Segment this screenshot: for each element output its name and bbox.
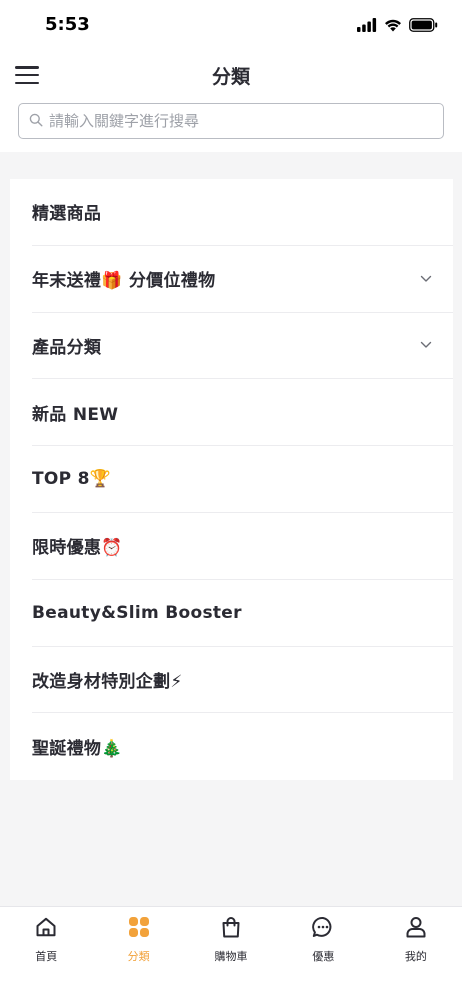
user-icon bbox=[403, 914, 429, 940]
search-input[interactable] bbox=[43, 104, 443, 138]
category-item-body-project[interactable]: 改造身材特別企劃⚡ bbox=[32, 647, 453, 714]
status-time: 5:53 bbox=[45, 14, 90, 35]
category-item-year-end-gifts[interactable]: 年末送禮🎁 分價位禮物 bbox=[32, 246, 453, 313]
category-item-new[interactable]: 新品 NEW bbox=[32, 379, 453, 447]
category-item-limited-offer[interactable]: 限時優惠⏰ bbox=[32, 513, 453, 580]
tab-label: 購物車 bbox=[214, 950, 248, 963]
grid-icon bbox=[126, 914, 152, 940]
category-label: 限時優惠⏰ bbox=[32, 538, 123, 559]
search-bar[interactable] bbox=[18, 103, 444, 139]
home-icon bbox=[33, 914, 59, 940]
tab-label: 我的 bbox=[404, 950, 427, 963]
tab-cart[interactable]: 購物車 bbox=[185, 907, 277, 1000]
battery-icon bbox=[409, 17, 438, 36]
category-label: Beauty&Slim Booster bbox=[32, 602, 242, 623]
tab-label: 分類 bbox=[127, 950, 150, 963]
category-item-christmas-gifts[interactable]: 聖誕禮物🎄 bbox=[32, 713, 453, 780]
chevron-down-icon[interactable] bbox=[419, 272, 433, 286]
tab-category[interactable]: 分類 bbox=[92, 907, 184, 1000]
category-label: 產品分類 bbox=[32, 337, 102, 358]
category-item-top8[interactable]: TOP 8🏆 bbox=[32, 446, 453, 513]
category-item-beauty-slim[interactable]: Beauty&Slim Booster bbox=[32, 580, 453, 647]
search-icon bbox=[29, 112, 43, 131]
shopping-bag-icon bbox=[218, 914, 244, 940]
category-item-product-categories[interactable]: 產品分類 bbox=[32, 313, 453, 380]
tab-home[interactable]: 首頁 bbox=[0, 907, 92, 1000]
category-label: 新品 NEW bbox=[32, 404, 119, 425]
category-list: 精選商品 年末送禮🎁 分價位禮物 產品分類 新品 NEW TOP 8🏆 限時優惠… bbox=[10, 179, 453, 780]
category-label: 聖誕禮物🎄 bbox=[32, 739, 123, 760]
nav-bar: 分類 bbox=[0, 50, 462, 100]
tab-account[interactable]: 我的 bbox=[370, 907, 462, 1000]
wifi-icon bbox=[384, 17, 402, 36]
chat-bubble-icon bbox=[310, 914, 336, 940]
tab-label: 首頁 bbox=[35, 950, 58, 963]
tab-label: 優惠 bbox=[312, 950, 335, 963]
status-bar: 5:53 bbox=[0, 0, 462, 50]
header-area: 5:53 分類 請輸入關鍵字進行搜尋 bbox=[0, 0, 462, 152]
chevron-down-icon[interactable] bbox=[419, 338, 433, 352]
category-label: TOP 8🏆 bbox=[32, 469, 112, 490]
category-label: 年末送禮🎁 分價位禮物 bbox=[32, 271, 216, 292]
category-label: 精選商品 bbox=[32, 204, 102, 225]
signal-icon bbox=[357, 17, 377, 36]
category-label: 改造身材特別企劃⚡ bbox=[32, 671, 183, 692]
category-item-featured[interactable]: 精選商品 bbox=[32, 179, 453, 246]
status-icons bbox=[357, 17, 438, 36]
tab-offers[interactable]: 優惠 bbox=[277, 907, 369, 1000]
bottom-tab-bar: 首頁 分類 購物車 優惠 我的 bbox=[0, 906, 462, 1000]
page-title: 分類 bbox=[211, 66, 250, 88]
